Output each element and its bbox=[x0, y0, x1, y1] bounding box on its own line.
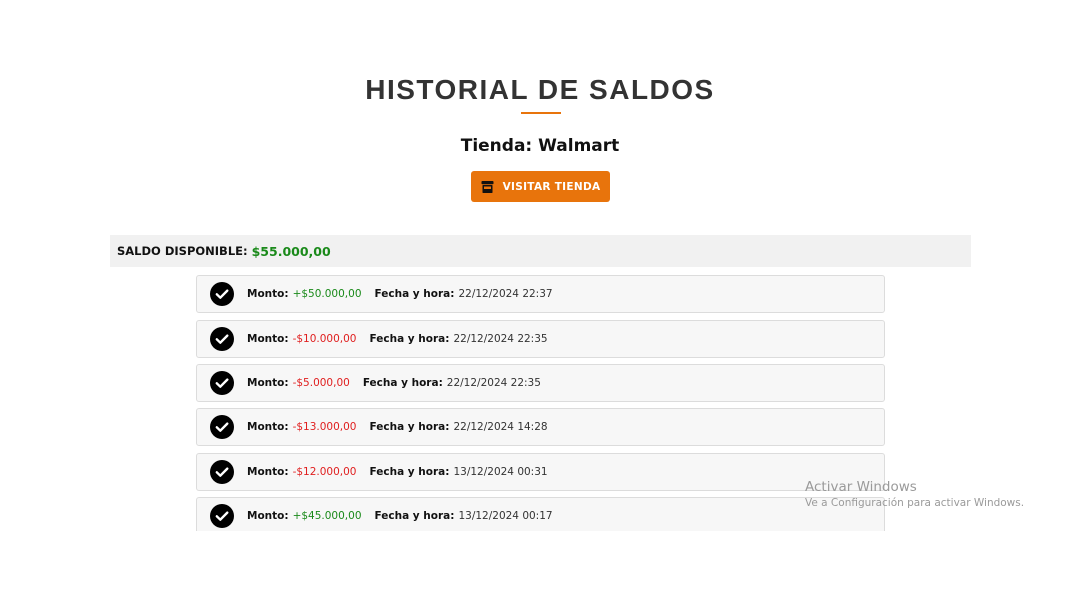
date-label: Fecha y hora: bbox=[369, 421, 450, 433]
amount-value: -$13.000,00 bbox=[292, 421, 357, 433]
amount-label: Monto: bbox=[247, 421, 289, 433]
date-value: 22/12/2024 22:37 bbox=[458, 288, 553, 300]
check-circle-icon bbox=[210, 415, 234, 439]
amount-value: -$12.000,00 bbox=[292, 466, 357, 478]
available-balance-bar: SALDO DISPONIBLE: $55.000,00 bbox=[110, 235, 971, 267]
store-icon bbox=[481, 180, 494, 193]
balance-label: SALDO DISPONIBLE: bbox=[117, 244, 248, 258]
visit-store-label: VISITAR TIENDA bbox=[502, 180, 601, 193]
check-circle-icon bbox=[210, 282, 234, 306]
transaction-row: Monto: -$13.000,00 Fecha y hora: 22/12/2… bbox=[196, 408, 885, 446]
transaction-row: Monto: -$10.000,00 Fecha y hora: 22/12/2… bbox=[196, 320, 885, 358]
amount-value: -$10.000,00 bbox=[292, 333, 357, 345]
transaction-list: Monto: +$50.000,00 Fecha y hora: 22/12/2… bbox=[196, 275, 885, 531]
date-value: 22/12/2024 14:28 bbox=[453, 421, 548, 433]
amount-label: Monto: bbox=[247, 466, 289, 478]
amount-value: +$45.000,00 bbox=[292, 510, 362, 522]
date-value: 22/12/2024 22:35 bbox=[453, 333, 548, 345]
date-value: 13/12/2024 00:31 bbox=[453, 466, 548, 478]
check-circle-icon bbox=[210, 327, 234, 351]
check-circle-icon bbox=[210, 371, 234, 395]
transaction-row: Monto: -$5.000,00 Fecha y hora: 22/12/20… bbox=[196, 364, 885, 402]
amount-value: +$50.000,00 bbox=[292, 288, 362, 300]
check-circle-icon bbox=[210, 504, 234, 528]
amount-label: Monto: bbox=[247, 288, 289, 300]
amount-value: -$5.000,00 bbox=[292, 377, 350, 389]
date-value: 13/12/2024 00:17 bbox=[458, 510, 553, 522]
date-label: Fecha y hora: bbox=[374, 510, 455, 522]
page-title: HISTORIAL DE SALDOS bbox=[365, 74, 715, 105]
date-label: Fecha y hora: bbox=[374, 288, 455, 300]
transaction-row: Monto: +$50.000,00 Fecha y hora: 22/12/2… bbox=[196, 275, 885, 313]
date-value: 22/12/2024 22:35 bbox=[446, 377, 541, 389]
transaction-row: Monto: -$12.000,00 Fecha y hora: 13/12/2… bbox=[196, 453, 885, 491]
store-name: Tienda: Walmart bbox=[460, 136, 620, 156]
date-label: Fecha y hora: bbox=[362, 377, 443, 389]
title-underline bbox=[521, 112, 561, 114]
balance-history-page: HISTORIAL DE SALDOS Tienda: Walmart VISI… bbox=[0, 0, 1090, 600]
transaction-row: Monto: +$45.000,00 Fecha y hora: 13/12/2… bbox=[196, 497, 885, 531]
visit-store-button[interactable]: VISITAR TIENDA bbox=[471, 171, 610, 202]
amount-label: Monto: bbox=[247, 333, 289, 345]
date-label: Fecha y hora: bbox=[369, 333, 450, 345]
balance-value: $55.000,00 bbox=[251, 243, 331, 259]
check-circle-icon bbox=[210, 460, 234, 484]
amount-label: Monto: bbox=[247, 377, 289, 389]
date-label: Fecha y hora: bbox=[369, 466, 450, 478]
amount-label: Monto: bbox=[247, 510, 289, 522]
